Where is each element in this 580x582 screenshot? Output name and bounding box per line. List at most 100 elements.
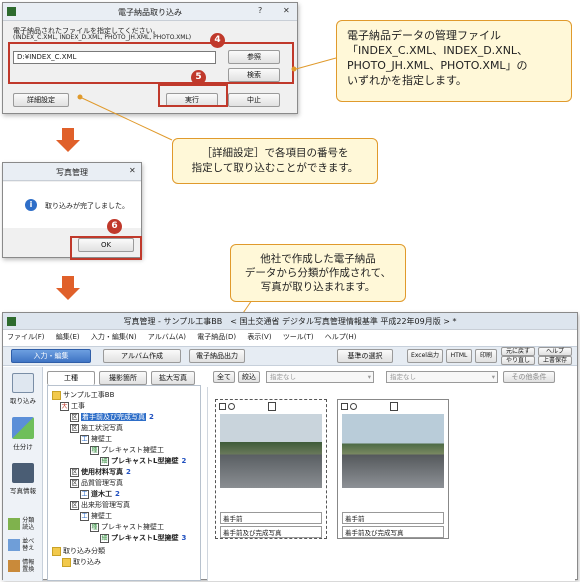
tree-node-retaining-wall-2[interactable]: 工擁壁工	[80, 511, 112, 521]
menu-bar: ファイル(F) 編集(E) 入力・編集(N) アルバム(A) 電子納品(D) 表…	[7, 332, 567, 344]
work-type-icon: 工	[80, 434, 89, 444]
message-dialog-title: 写真管理	[56, 168, 88, 177]
info-replace-tool[interactable]: 情報 置換	[8, 559, 40, 573]
tab-delivery-output[interactable]: 電子納品出力	[189, 349, 245, 363]
menu-tools[interactable]: ツール(T)	[283, 333, 314, 341]
work-type-icon: 工	[80, 511, 89, 521]
category-icon: 区	[70, 423, 79, 433]
photo-info-tool[interactable]: 写真情報	[8, 463, 38, 495]
flow-arrow-1-head	[56, 140, 80, 152]
tree-node-shape-mgmt[interactable]: 区出来形管理写真	[70, 500, 130, 510]
work-type-icon: 工	[80, 489, 89, 499]
message-dialog-titlebar: 写真管理 ✕	[3, 163, 141, 181]
flow-arrow-1	[62, 128, 74, 140]
import-label: 取り込み	[10, 397, 36, 405]
sort-tool[interactable]: 仕分け	[8, 417, 38, 451]
tree-root[interactable]: サンプル工事BB	[52, 390, 114, 400]
menu-edit[interactable]: 編集(E)	[56, 333, 80, 341]
tree-node-precast-wall-2[interactable]: 種プレキャスト擁壁工	[90, 522, 164, 532]
menu-file[interactable]: ファイル(F)	[7, 333, 45, 341]
close-icon[interactable]: ✕	[129, 166, 136, 175]
flow-arrow-2	[62, 276, 74, 288]
folder-icon	[52, 546, 61, 556]
category-icon: 区	[70, 500, 79, 510]
app-titlebar: 写真管理 - サンプル工事BB < 国土交通省 デジタル写真管理情報基準 平成2…	[3, 313, 577, 330]
photo-info-icon	[12, 463, 34, 483]
type-icon: 種	[90, 522, 99, 532]
step-6-badge: 6	[107, 219, 122, 234]
menu-help[interactable]: ヘルプ(H)	[325, 333, 357, 341]
tab-location[interactable]: 撮影箇所	[99, 371, 147, 385]
board-icon	[268, 402, 276, 411]
import-icon	[12, 373, 34, 393]
filter-narrow-button[interactable]: 絞込	[238, 371, 260, 383]
category-icon: 大	[60, 401, 69, 411]
reorder-icon	[8, 539, 20, 551]
folder-icon	[52, 390, 61, 400]
tree-node-precast-l-wall-2[interactable]: 細プレキャストL型擁壁 3	[100, 533, 186, 543]
filter-select-1[interactable]: 指定なし ▾	[266, 371, 374, 383]
photo-card[interactable]: 着手前 着手前及び完成写真	[215, 399, 327, 539]
tab-work-type-label: 工種	[64, 374, 78, 382]
auto-sort-label: 分類 読込	[22, 517, 35, 531]
photo-caption-1: 着手前	[342, 512, 444, 524]
tree-node-precast-l-wall[interactable]: 細プレキャストL型擁壁 2	[100, 456, 186, 466]
menu-input-edit[interactable]: 入力・編集(N)	[91, 333, 137, 341]
app-title: 写真管理 - サンプル工事BB < 国土交通省 デジタル写真管理情報基準 平成2…	[123, 317, 457, 326]
save-button[interactable]: 上書保存	[538, 356, 572, 365]
checkbox-icon[interactable]	[341, 403, 348, 410]
callout2-line1: ［詳細設定］で各項目の番号を	[201, 147, 349, 159]
tree-node-before-after[interactable]: 区着手前及び完成写真 2	[70, 412, 154, 422]
auto-sort-tool[interactable]: 分類 読込	[8, 517, 40, 531]
excel-output-button[interactable]: Excel出力	[407, 349, 443, 363]
tree-node-imported-category[interactable]: 取り込み分類	[52, 546, 105, 556]
tree-node-road[interactable]: 工道木工 2	[80, 489, 120, 499]
detail-icon: 細	[100, 533, 109, 543]
info-circle-icon[interactable]	[228, 403, 235, 410]
print-button[interactable]: 印刷	[475, 349, 497, 363]
sort-label: 仕分け	[13, 443, 33, 451]
ok-highlight-box	[70, 236, 142, 260]
chevron-down-icon: ▾	[367, 373, 371, 381]
info-circle-icon[interactable]	[350, 403, 357, 410]
filter-all-button[interactable]: 全て	[213, 371, 235, 383]
callout3-line2: データから分類が作成されて、	[244, 267, 392, 279]
tab-input-edit[interactable]: 入力・編集	[11, 349, 91, 363]
category-icon: 区	[70, 467, 79, 477]
help-button[interactable]: ヘルプ	[538, 347, 572, 356]
photo-card[interactable]: 着手前 着手前及び完成写真	[337, 399, 449, 539]
tab-zoom-photo[interactable]: 拡大写真	[151, 371, 195, 385]
menu-view[interactable]: 表示(V)	[247, 333, 271, 341]
tree-node-retaining-wall[interactable]: 工擁壁工	[80, 434, 112, 444]
tree-node-imported[interactable]: 取り込み	[62, 557, 101, 567]
tree-node-materials[interactable]: 区使用材料写真 2	[70, 467, 131, 477]
message-text: 取り込みが完了しました。	[45, 202, 129, 210]
tab-album[interactable]: アルバム作成	[103, 349, 181, 363]
other-conditions-button[interactable]: その他条件	[503, 371, 555, 383]
menu-delivery[interactable]: 電子納品(D)	[197, 333, 236, 341]
info-replace-icon	[8, 560, 20, 572]
tree-node-quality[interactable]: 区品質管理写真	[70, 478, 123, 488]
criteria-button[interactable]: 基準の選択	[337, 349, 393, 363]
import-tool[interactable]: 取り込み	[8, 373, 38, 405]
count-badge: 2	[126, 468, 131, 476]
tab-work-type[interactable]: 工種	[47, 371, 95, 385]
count-badge: 2	[149, 413, 154, 421]
checkbox-icon[interactable]	[219, 403, 226, 410]
flow-arrow-2-head	[56, 288, 80, 300]
menu-album[interactable]: アルバム(A)	[148, 333, 186, 341]
reorder-tool[interactable]: 並べ 替え	[8, 538, 40, 552]
info-replace-label: 情報 置換	[22, 559, 35, 573]
count-badge: 2	[181, 457, 187, 465]
filter-select-2[interactable]: 指定なし ▾	[386, 371, 498, 383]
tree-node-precast-wall[interactable]: 種プレキャスト擁壁工	[90, 445, 164, 455]
road-photo	[220, 414, 322, 488]
redo-button[interactable]: やり直し	[501, 356, 535, 365]
tree-node-construction[interactable]: 大工事	[60, 401, 85, 411]
photo-caption-2: 着手前及び完成写真	[220, 526, 322, 538]
callout2-line2: 指定して取り込むことができます。	[191, 162, 359, 174]
undo-button[interactable]: 元に戻す	[501, 347, 535, 356]
html-button[interactable]: HTML	[446, 349, 472, 363]
tree-node-construction-status[interactable]: 区施工状況写真	[70, 423, 123, 433]
callout-detail-settings: ［詳細設定］で各項目の番号を 指定して取り込むことができます。	[172, 138, 378, 184]
